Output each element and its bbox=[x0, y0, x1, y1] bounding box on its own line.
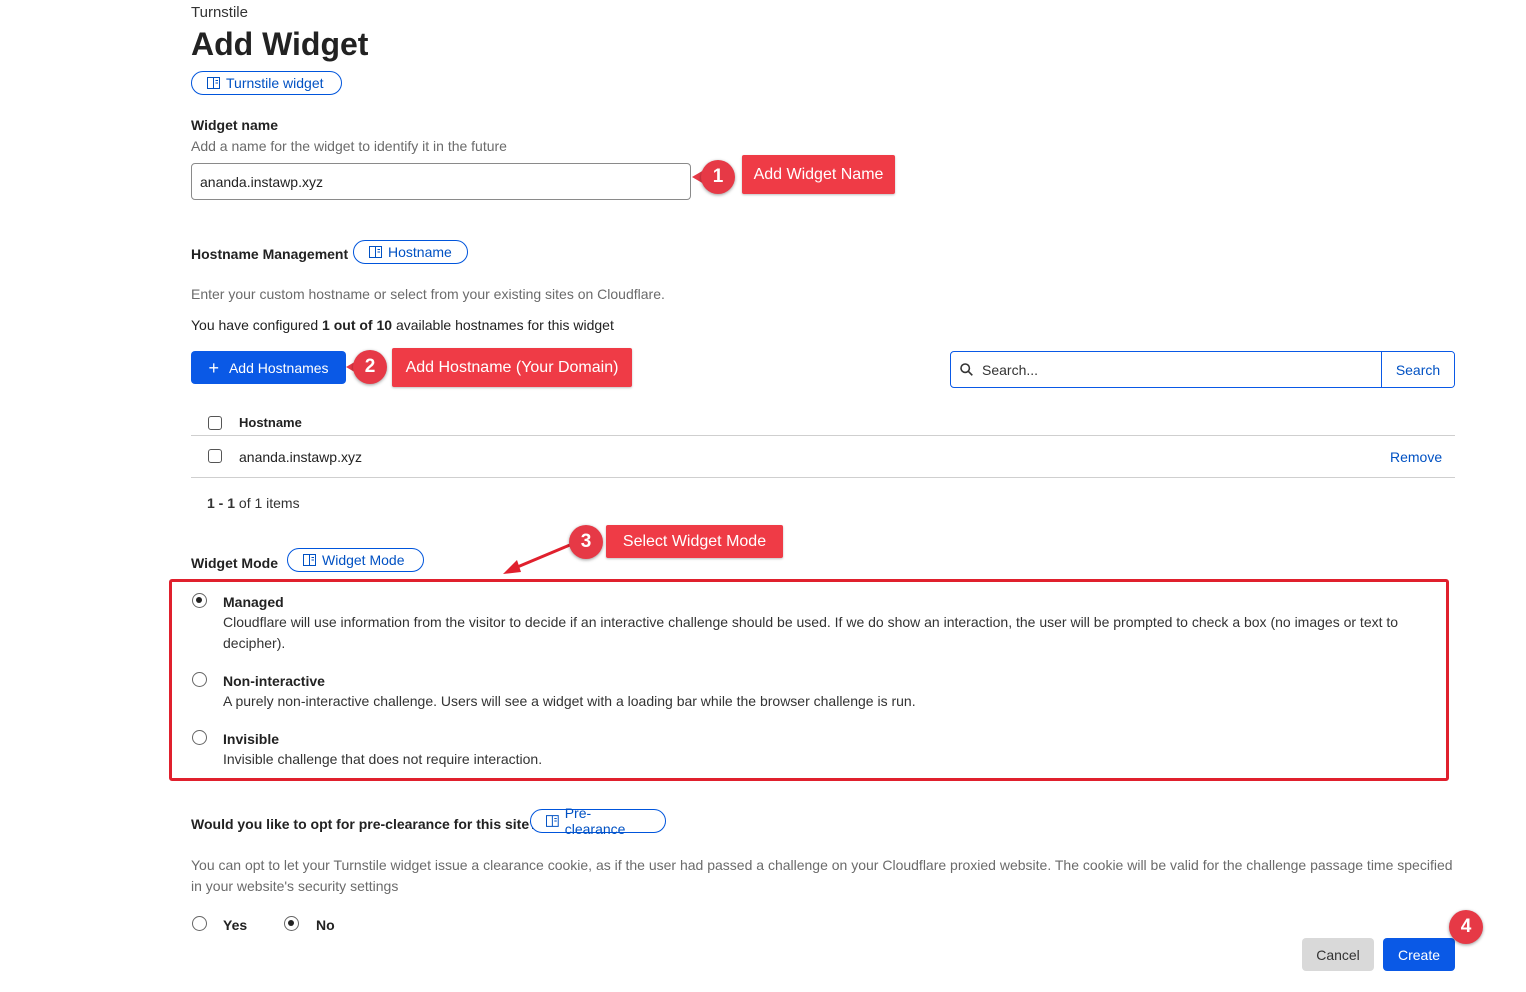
managed-desc: Cloudflare will use information from the… bbox=[223, 612, 1423, 654]
invisible-title: Invisible bbox=[223, 731, 280, 747]
widget-name-hint: Add a name for the widget to identify it… bbox=[191, 138, 507, 154]
pagination-range: 1 - 1 bbox=[207, 495, 236, 511]
callout-4-badge: 4 bbox=[1449, 910, 1483, 944]
row-checkbox[interactable] bbox=[208, 449, 222, 463]
pre-clearance-question: Would you like to opt for pre-clearance … bbox=[191, 816, 538, 832]
managed-title: Managed bbox=[223, 594, 284, 610]
non-interactive-radio[interactable] bbox=[192, 672, 207, 687]
pagination-info: 1 - 1 of 1 items bbox=[207, 495, 300, 511]
row-hostname: ananda.instawp.xyz bbox=[239, 449, 362, 465]
pre-clearance-no-radio[interactable] bbox=[284, 916, 299, 931]
add-hostnames-button[interactable]: + Add Hostnames bbox=[191, 351, 346, 384]
non-interactive-desc: A purely non-interactive challenge. User… bbox=[223, 693, 916, 709]
book-icon bbox=[546, 815, 559, 827]
pre-clearance-doc-link[interactable]: Pre-clearance bbox=[530, 805, 666, 837]
callout-2-label: Add Hostname (Your Domain) bbox=[392, 348, 632, 387]
pre-clearance-yes-label: Yes bbox=[223, 917, 248, 933]
hostname-doc-link[interactable]: Hostname bbox=[353, 240, 468, 264]
table-row-divider bbox=[191, 477, 1455, 478]
book-icon bbox=[303, 554, 316, 566]
search-field bbox=[951, 352, 1382, 387]
hostname-search: Search bbox=[950, 351, 1455, 388]
callout-3-label: Select Widget Mode bbox=[606, 525, 783, 558]
search-input[interactable] bbox=[980, 360, 1364, 379]
widget-name-label: Widget name bbox=[191, 117, 278, 133]
plus-icon: + bbox=[208, 357, 219, 378]
widget-mode-label: Widget Mode bbox=[191, 555, 278, 571]
hostname-management-label: Hostname Management bbox=[191, 246, 349, 262]
widget-mode-doc-label: Widget Mode bbox=[322, 552, 405, 568]
turnstile-widget-doc-link[interactable]: Turnstile widget bbox=[191, 71, 342, 95]
book-icon bbox=[369, 246, 382, 258]
book-icon bbox=[207, 77, 220, 89]
callout-2-badge: 2 bbox=[353, 350, 387, 384]
configured-prefix: You have configured bbox=[191, 317, 319, 333]
search-icon bbox=[960, 363, 973, 376]
callout-1-label: Add Widget Name bbox=[742, 155, 895, 194]
select-all-checkbox[interactable] bbox=[208, 416, 222, 430]
cancel-button[interactable]: Cancel bbox=[1302, 938, 1374, 971]
create-button[interactable]: Create bbox=[1383, 938, 1455, 971]
configured-count: 1 out of 10 bbox=[322, 317, 393, 333]
callout-3-badge: 3 bbox=[569, 525, 603, 559]
widget-mode-doc-link[interactable]: Widget Mode bbox=[287, 548, 424, 572]
pre-clearance-hint-line1: You can opt to let your Turnstile widget… bbox=[191, 857, 1453, 873]
search-button[interactable]: Search bbox=[1382, 352, 1454, 387]
turnstile-widget-doc-label: Turnstile widget bbox=[226, 75, 324, 91]
invisible-radio[interactable] bbox=[192, 730, 207, 745]
managed-desc-line1: Cloudflare will use information from the… bbox=[223, 614, 1399, 630]
hostname-doc-label: Hostname bbox=[388, 244, 452, 260]
hostname-hint: Enter your custom hostname or select fro… bbox=[191, 286, 665, 302]
pre-clearance-no-label: No bbox=[316, 917, 335, 933]
hostname-column-header: Hostname bbox=[239, 415, 302, 430]
page-title: Add Widget bbox=[191, 26, 369, 62]
pre-clearance-doc-label: Pre-clearance bbox=[564, 805, 626, 837]
configured-suffix: available hostnames for this widget bbox=[395, 317, 614, 333]
widget-name-input[interactable] bbox=[191, 163, 691, 200]
managed-radio[interactable] bbox=[192, 593, 207, 608]
invisible-desc: Invisible challenge that does not requir… bbox=[223, 751, 543, 767]
table-row: ananda.instawp.xyz Remove bbox=[191, 436, 1455, 477]
add-hostnames-label: Add Hostnames bbox=[228, 359, 329, 376]
pre-clearance-yes-radio[interactable] bbox=[192, 916, 207, 931]
pre-clearance-hint: You can opt to let your Turnstile widget… bbox=[191, 855, 1456, 897]
pagination-suffix: of 1 items bbox=[238, 495, 300, 511]
pre-clearance-hint-line2: in your website's security settings bbox=[191, 878, 399, 894]
breadcrumb[interactable]: Turnstile bbox=[191, 4, 248, 21]
hostname-configured-text: You have configured 1 out of 10 availabl… bbox=[191, 317, 614, 333]
remove-hostname-link[interactable]: Remove bbox=[1390, 449, 1442, 465]
non-interactive-title: Non-interactive bbox=[223, 673, 325, 689]
callout-1-badge: 1 bbox=[701, 160, 735, 194]
managed-desc-line2: decipher). bbox=[223, 635, 286, 651]
